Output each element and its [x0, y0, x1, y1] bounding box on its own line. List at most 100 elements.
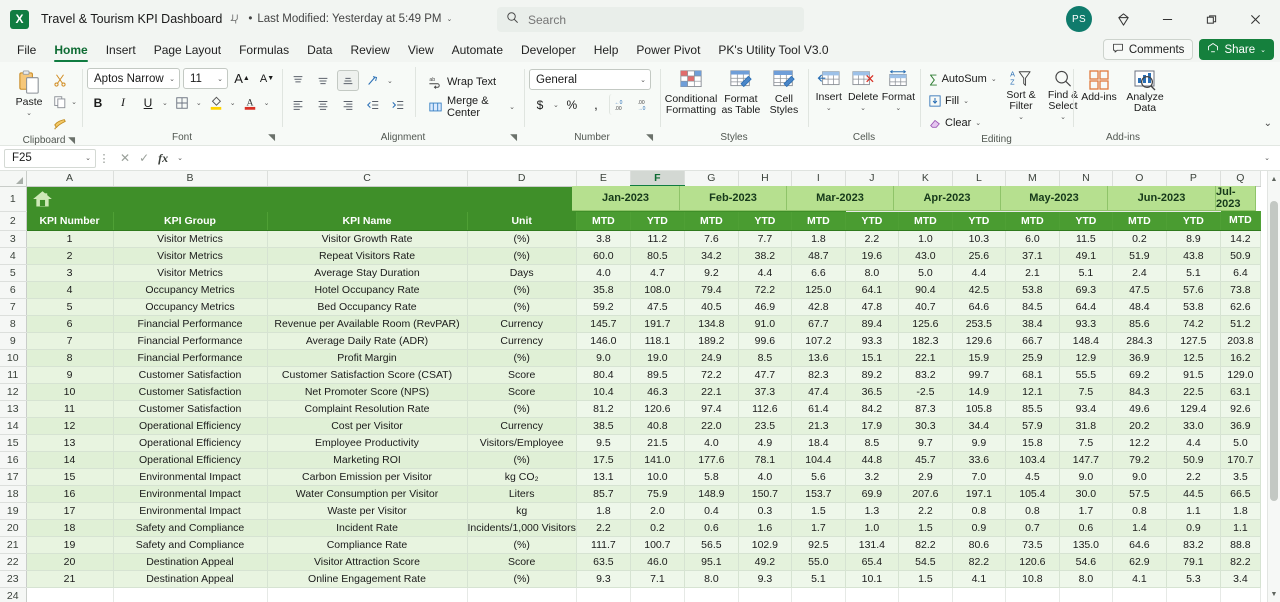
cell-empty[interactable]	[1220, 587, 1261, 602]
tab-power-pivot[interactable]: Power Pivot	[627, 41, 709, 62]
cell-value[interactable]: 23.5	[738, 417, 792, 435]
cell-value[interactable]: 4.0	[738, 468, 792, 486]
table-row[interactable]: 22 20 Destination Appeal Visitor Attraction…	[0, 553, 1261, 571]
row-header-2[interactable]: 2	[0, 211, 27, 231]
conditional-formatting-button[interactable]: Conditional Formatting	[665, 67, 717, 118]
cell-value[interactable]: 63.1	[1220, 383, 1261, 401]
cell-value[interactable]: 0.8	[1005, 502, 1060, 520]
cell-value[interactable]: 6.0	[1005, 230, 1060, 248]
cell-empty[interactable]	[467, 587, 577, 602]
cell-unit[interactable]: Score	[467, 366, 577, 384]
cell-value[interactable]: 33.6	[952, 451, 1006, 469]
cell-value[interactable]: 0.6	[684, 519, 739, 537]
cell-value[interactable]: 7.0	[952, 468, 1006, 486]
cell-value[interactable]: 9.0	[1112, 468, 1167, 486]
cell-value[interactable]: 47.7	[738, 366, 792, 384]
sort-filter-caret-icon[interactable]: ⌄	[1018, 113, 1024, 121]
cell-value[interactable]: 12.5	[1166, 349, 1221, 367]
cell-kpi-name[interactable]: Bed Occupancy Rate	[267, 298, 468, 316]
cell-value[interactable]: 82.2	[898, 536, 953, 554]
cell-empty[interactable]	[113, 587, 268, 602]
cell-value[interactable]: 85.6	[1112, 315, 1167, 333]
row-header-17[interactable]: 17	[0, 468, 27, 486]
cell-kpi-group[interactable]: Visitor Metrics	[113, 247, 268, 265]
cell-unit[interactable]: Liters	[467, 485, 577, 503]
cell-unit[interactable]: kg	[467, 502, 577, 520]
cell-value[interactable]: 127.5	[1166, 332, 1221, 350]
cell-value[interactable]: 15.9	[952, 349, 1006, 367]
table-row[interactable]: 19 17 Environmental Impact Waste per Visito…	[0, 502, 1261, 520]
cell-value[interactable]: 3.2	[845, 468, 899, 486]
table-row[interactable]: 7 5 Occupancy Metrics Bed Occupancy Rate (%)…	[0, 298, 1261, 316]
cell-value[interactable]: 0.8	[1112, 502, 1167, 520]
document-title[interactable]: Travel & Tourism KPI Dashboard	[41, 12, 222, 26]
decrease-indent-icon[interactable]	[362, 94, 384, 115]
cell-empty[interactable]	[26, 587, 114, 602]
cell-value[interactable]: 95.1	[684, 553, 739, 571]
cell-kpi-number[interactable]: 9	[26, 366, 114, 384]
cell-kpi-name[interactable]: Carbon Emission per Visitor	[267, 468, 468, 486]
cell-value[interactable]: 64.1	[845, 281, 899, 299]
cell-value[interactable]: 2.2	[898, 502, 953, 520]
column-header-L[interactable]: L	[952, 171, 1006, 187]
row-header-20[interactable]: 20	[0, 519, 27, 537]
cell-value[interactable]: 3.5	[1220, 468, 1261, 486]
cell-kpi-number[interactable]: 17	[26, 502, 114, 520]
cell-value[interactable]: 55.5	[1059, 366, 1113, 384]
cell-value[interactable]: 54.5	[898, 553, 953, 571]
cell-kpi-group[interactable]: Destination Appeal	[113, 553, 268, 571]
cell-value[interactable]: 1.8	[791, 230, 846, 248]
cell-value[interactable]: 43.0	[898, 247, 953, 265]
cell-value[interactable]: 5.0	[1220, 434, 1261, 452]
row-header-22[interactable]: 22	[0, 553, 27, 571]
cell-value[interactable]: 9.9	[952, 434, 1006, 452]
cell-value[interactable]: 19.6	[845, 247, 899, 265]
cell-value[interactable]: 135.0	[1059, 536, 1113, 554]
cell-value[interactable]: 9.0	[576, 349, 631, 367]
cell-value[interactable]: 125.0	[791, 281, 846, 299]
cell-value[interactable]: 207.6	[898, 485, 953, 503]
cell-value[interactable]: 2.2	[845, 230, 899, 248]
font-dialog-launcher[interactable]: ◥	[268, 130, 275, 144]
cell-kpi-number[interactable]: 1	[26, 230, 114, 248]
comma-style-icon[interactable]: ,	[585, 94, 607, 115]
row-header-21[interactable]: 21	[0, 536, 27, 554]
cell-value[interactable]: 38.4	[1005, 315, 1060, 333]
cell-kpi-group[interactable]: Safety and Compliance	[113, 536, 268, 554]
cell-value[interactable]: 80.6	[952, 536, 1006, 554]
cell-value[interactable]: 1.1	[1166, 502, 1221, 520]
cell-value[interactable]: 68.1	[1005, 366, 1060, 384]
column-header-K[interactable]: K	[898, 171, 953, 187]
cell-value[interactable]: 0.2	[630, 519, 685, 537]
cell-value[interactable]: 69.2	[1112, 366, 1167, 384]
paste-caret-icon[interactable]: ⌄	[26, 109, 32, 117]
cell-kpi-number[interactable]: 16	[26, 485, 114, 503]
cell-value[interactable]: 50.9	[1166, 451, 1221, 469]
cell-kpi-number[interactable]: 3	[26, 264, 114, 282]
cell-value[interactable]: 21.3	[791, 417, 846, 435]
cell-value[interactable]: 284.3	[1112, 332, 1167, 350]
cell-kpi-name[interactable]: Profit Margin	[267, 349, 468, 367]
cell-value[interactable]: 5.3	[1166, 570, 1221, 588]
font-name-select[interactable]: Aptos Narrow ⌄	[87, 68, 180, 89]
cell-value[interactable]: 99.7	[952, 366, 1006, 384]
align-middle-icon[interactable]	[312, 70, 334, 91]
row-header-7[interactable]: 7	[0, 298, 27, 316]
align-bottom-icon[interactable]	[337, 70, 359, 91]
tab-page-layout[interactable]: Page Layout	[145, 41, 230, 62]
cell-unit[interactable]: (%)	[467, 298, 577, 316]
vertical-scroll-thumb[interactable]	[1270, 201, 1278, 501]
row-header-4[interactable]: 4	[0, 247, 27, 265]
cell-value[interactable]: 0.2	[1112, 230, 1167, 248]
cell-value[interactable]: 103.4	[1005, 451, 1060, 469]
column-header-B[interactable]: B	[113, 171, 268, 187]
cell-kpi-number[interactable]: 13	[26, 434, 114, 452]
cell-value[interactable]: 0.8	[952, 502, 1006, 520]
row-header-9[interactable]: 9	[0, 332, 27, 350]
cell-value[interactable]: 46.9	[738, 298, 792, 316]
cell-value[interactable]: 66.7	[1005, 332, 1060, 350]
cell-value[interactable]: 85.5	[1005, 400, 1060, 418]
column-header-N[interactable]: N	[1059, 171, 1113, 187]
cell-kpi-number[interactable]: 8	[26, 349, 114, 367]
cell-kpi-number[interactable]: 14	[26, 451, 114, 469]
